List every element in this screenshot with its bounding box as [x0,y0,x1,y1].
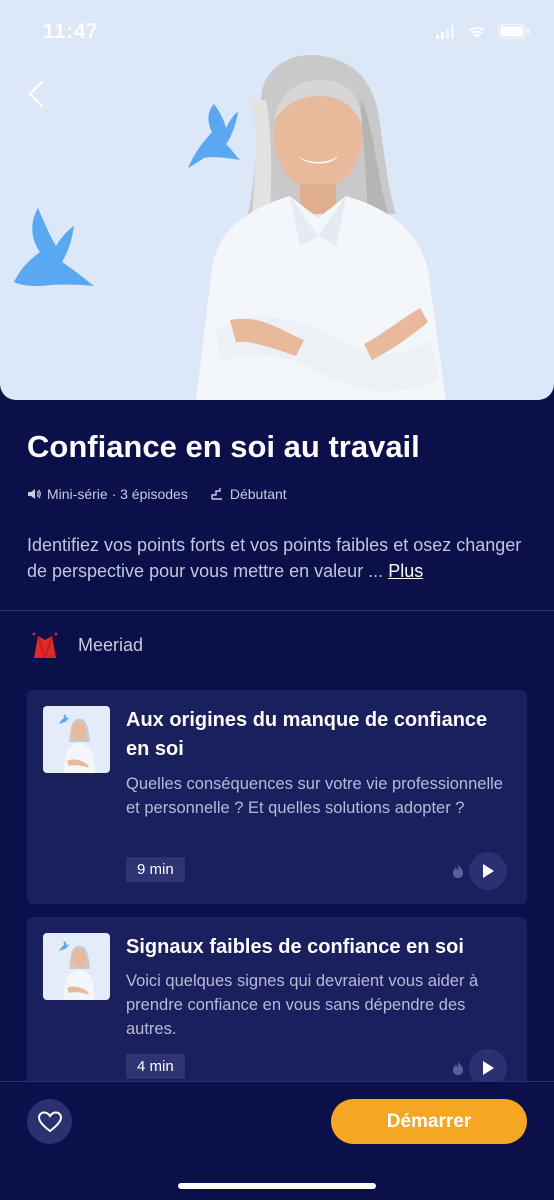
episode-description: Voici quelques signes qui devraient vous… [126,972,479,1038]
level-icon [211,488,222,500]
hero-banner: 11:47 [0,0,554,400]
signal-icon [436,24,454,39]
series-description: Identifiez vos points forts et vos point… [27,532,527,584]
home-indicator [178,1183,376,1189]
bird-icon [188,104,240,168]
duration-badge: 9 min [126,857,185,882]
description-text: Identifiez vos points forts et vos point… [27,535,522,581]
speaker-icon [28,489,41,499]
play-icon [483,1061,494,1075]
flame-icon [453,1061,463,1075]
format-meta: Mini-série · 3 épisodes [27,486,188,502]
back-arrow-icon[interactable] [22,78,54,110]
series-meta: Mini-série · 3 épisodes Débutant [27,486,287,502]
more-link[interactable]: Plus [388,561,423,581]
person-photo [196,55,446,400]
start-button[interactable]: Démarrer [331,1099,527,1144]
wifi-icon [469,26,485,38]
divider [0,610,554,611]
heart-icon [37,1110,62,1132]
episode-title: Aux origines du manque de confiance en s… [126,709,488,760]
level-meta: Débutant [210,486,287,502]
author-name: Meeriad [78,634,144,655]
hero-illustration [14,55,446,400]
bottom-bar: Démarrer [0,1081,554,1200]
episode-description: Quelles conséquences sur votre vie profe… [126,775,503,817]
episode-thumbnail [43,933,110,1000]
battery-icon [498,24,530,39]
page-title: Confiance en soi au travail [27,429,420,464]
episode-title: Signaux faibles de confiance en soi [126,936,464,958]
author-row[interactable]: Meeriad [28,628,143,662]
episode-card[interactable]: Aux origines du manque de confiance en s… [27,690,527,904]
bird-icon [14,208,94,286]
level-label: Débutant [229,486,287,502]
author-logo-icon [32,632,58,659]
play-button[interactable] [469,852,507,890]
status-time: 11:47 [43,20,99,43]
status-bar: 11:47 [0,0,554,60]
play-icon [483,864,494,878]
format-label: Mini-série · 3 épisodes [47,486,188,502]
favorite-button[interactable] [27,1099,72,1144]
duration-badge: 4 min [126,1054,185,1079]
flame-icon [453,864,463,878]
episode-thumbnail [43,706,110,773]
